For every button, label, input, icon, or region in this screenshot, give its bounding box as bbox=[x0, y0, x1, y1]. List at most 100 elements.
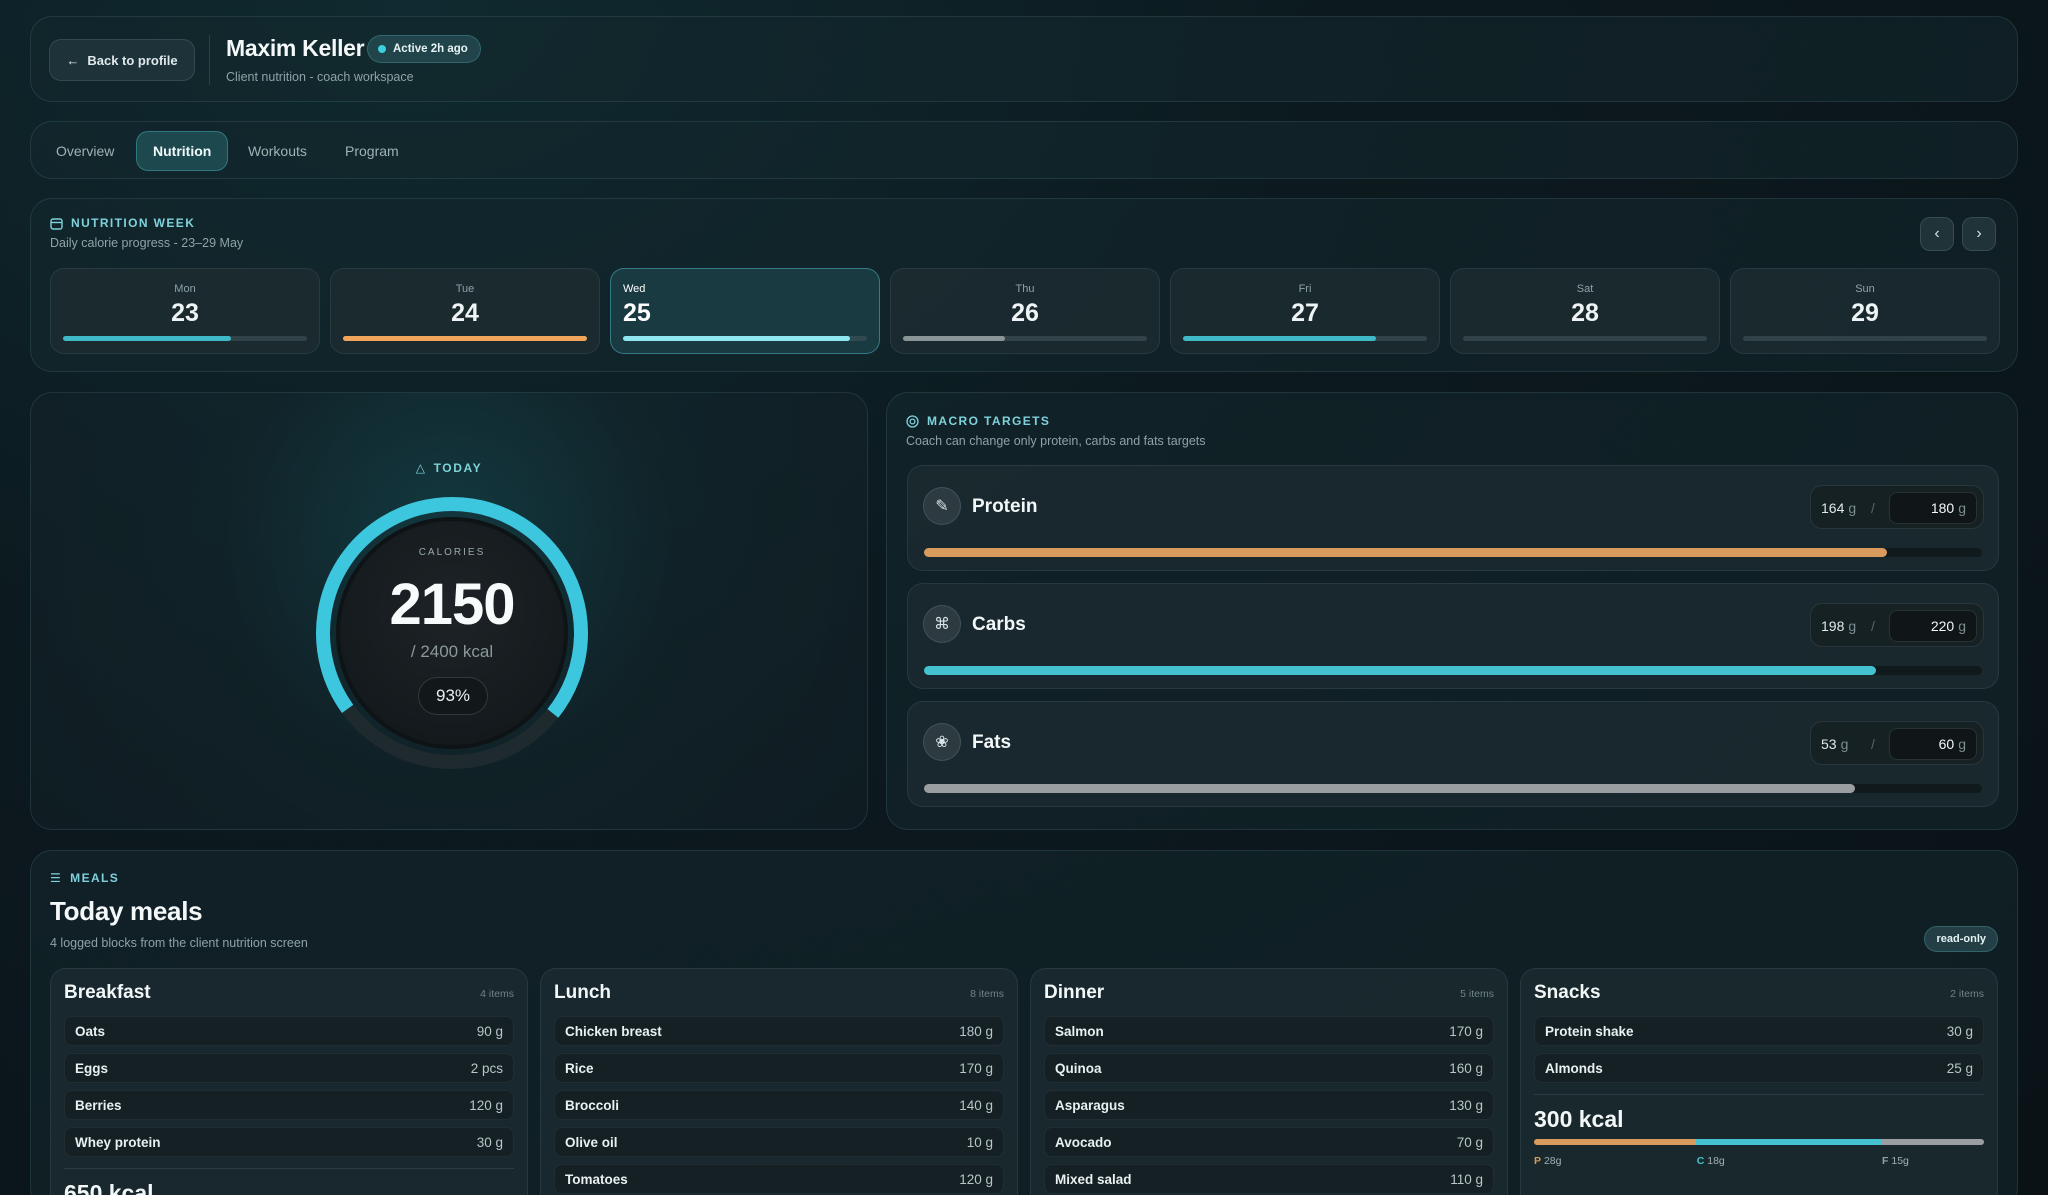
day-progress-fill bbox=[63, 336, 232, 341]
food-name: Avocado bbox=[1055, 1134, 1112, 1150]
meal-name: Breakfast bbox=[64, 982, 151, 1003]
chevron-left-icon: ‹ bbox=[1934, 225, 1940, 242]
meal-item-count: 4 items bbox=[480, 988, 514, 1000]
day-progress-track bbox=[903, 336, 1147, 341]
macro-separator: / bbox=[1871, 500, 1875, 516]
macro-target-number[interactable]: 180 bbox=[1931, 500, 1954, 516]
macro-values: 53 g/60 g bbox=[1810, 721, 1984, 765]
day-card-sun[interactable]: Sun 29 bbox=[1730, 268, 2000, 354]
active-status-text: Active 2h ago bbox=[393, 43, 468, 55]
macro-current-number: 198 bbox=[1821, 618, 1845, 634]
macro-unit: g bbox=[1848, 618, 1857, 634]
macro-progress-fill bbox=[924, 548, 1887, 557]
meals-subtitle: 4 logged blocks from the client nutritio… bbox=[50, 936, 308, 950]
tab-bar: Overview Nutrition Workouts Program bbox=[30, 121, 2018, 179]
meal-item: Protein shake 30 g bbox=[1534, 1016, 1984, 1046]
macro-target-number[interactable]: 60 bbox=[1939, 736, 1955, 752]
macro-progress-fill bbox=[924, 784, 1856, 793]
meal-block-dinner: Dinner 5 items Salmon 170 g Quinoa 160 g Aspar… bbox=[1030, 968, 1508, 1195]
nutrition-week-subtitle: Daily calorie progress - 23–29 May bbox=[50, 236, 244, 250]
tab-overview[interactable]: Overview bbox=[40, 131, 130, 171]
macro-split-segment bbox=[1880, 1139, 1984, 1145]
calories-target: / 2400 kcal bbox=[410, 642, 494, 661]
food-name: Tomatoes bbox=[565, 1171, 628, 1187]
day-card-fri[interactable]: Fri 27 bbox=[1170, 268, 1440, 354]
macro-split-key: F bbox=[1882, 1155, 1889, 1167]
day-name: Wed bbox=[623, 283, 646, 295]
food-name: Salmon bbox=[1055, 1023, 1104, 1039]
tab-program[interactable]: Program bbox=[329, 131, 415, 171]
macro-target-input-protein[interactable]: 180 g bbox=[1889, 492, 1977, 524]
food-quantity: 140 g bbox=[959, 1097, 993, 1113]
calories-value: 2150 bbox=[389, 572, 515, 637]
food-name: Mixed salad bbox=[1055, 1171, 1132, 1187]
meal-name: Dinner bbox=[1044, 982, 1105, 1003]
macro-separator: / bbox=[1871, 736, 1875, 752]
food-name: Almonds bbox=[1545, 1060, 1603, 1076]
meals-section-label-text: MEALS bbox=[70, 871, 120, 885]
day-progress-track bbox=[623, 336, 867, 341]
food-quantity: 130 g bbox=[1449, 1097, 1483, 1113]
food-quantity: 25 g bbox=[1946, 1060, 1973, 1076]
status-dot-icon bbox=[378, 45, 386, 53]
prev-week-button[interactable]: ‹ bbox=[1920, 217, 1954, 251]
meal-item: Tomatoes 120 g bbox=[554, 1164, 1004, 1194]
food-quantity: 160 g bbox=[1449, 1060, 1483, 1076]
day-number: 26 bbox=[1011, 299, 1039, 327]
meal-item: Avocado 70 g bbox=[1044, 1127, 1494, 1157]
food-name: Berries bbox=[75, 1097, 122, 1113]
meal-kcal-total: 300 kcal bbox=[1534, 1106, 1624, 1132]
macro-progress-track bbox=[924, 784, 1982, 793]
day-number: 28 bbox=[1571, 299, 1599, 327]
meal-item: Rice 170 g bbox=[554, 1053, 1004, 1083]
macro-values: 164 g/180 g bbox=[1810, 485, 1984, 529]
food-quantity: 170 g bbox=[1449, 1023, 1483, 1039]
calorie-ring-center: CALORIES 2150 / 2400 kcal 93% bbox=[336, 517, 568, 749]
food-name: Chicken breast bbox=[565, 1023, 662, 1039]
macro-targets-title: MACRO TARGETS bbox=[906, 414, 1050, 428]
meal-item: Oats 90 g bbox=[64, 1016, 514, 1046]
calories-percent-badge: 93% bbox=[418, 677, 488, 715]
back-to-profile-button[interactable]: ← Back to profile bbox=[49, 39, 195, 81]
meal-name: Snacks bbox=[1534, 982, 1601, 1003]
tab-nutrition[interactable]: Nutrition bbox=[136, 131, 229, 171]
day-name: Thu bbox=[1015, 283, 1035, 295]
macro-target-input-carbs[interactable]: 220 g bbox=[1889, 610, 1977, 642]
day-card-sat[interactable]: Sat 28 bbox=[1450, 268, 1720, 354]
active-status-badge: Active 2h ago bbox=[367, 35, 481, 63]
read-only-badge: read-only bbox=[1924, 926, 1998, 952]
food-quantity: 110 g bbox=[1450, 1171, 1483, 1187]
macro-split-segment bbox=[1696, 1139, 1881, 1145]
today-label: △ TODAY bbox=[31, 461, 867, 475]
day-card-thu[interactable]: Thu 26 bbox=[890, 268, 1160, 354]
day-name: Sat bbox=[1576, 283, 1594, 295]
day-progress-track bbox=[343, 336, 587, 341]
day-card-tue[interactable]: Tue 24 bbox=[330, 268, 600, 354]
day-progress-fill bbox=[1183, 336, 1376, 341]
meal-name: Lunch bbox=[554, 982, 611, 1003]
day-card-wed[interactable]: Wed 25 bbox=[610, 268, 880, 354]
macro-split-value: 15g bbox=[1891, 1155, 1909, 1167]
food-quantity: 10 g bbox=[966, 1134, 993, 1150]
food-name: Broccoli bbox=[565, 1097, 620, 1113]
fats-icon: ❀ bbox=[923, 723, 961, 761]
day-name: Tue bbox=[455, 283, 475, 295]
meal-item: Berries 120 g bbox=[64, 1090, 514, 1120]
meal-divider bbox=[64, 1168, 514, 1169]
macro-unit: g bbox=[1848, 500, 1857, 516]
meal-item: Quinoa 160 g bbox=[1044, 1053, 1494, 1083]
meal-item: Chicken breast 180 g bbox=[554, 1016, 1004, 1046]
day-progress-fill bbox=[623, 336, 850, 341]
macro-target-number[interactable]: 220 bbox=[1931, 618, 1954, 634]
macro-target-input-fats[interactable]: 60 g bbox=[1889, 728, 1977, 760]
day-number: 25 bbox=[623, 299, 651, 327]
today-calories-panel: △ TODAY CALORIES 2150 / 2400 kcal 93% bbox=[30, 392, 868, 830]
tab-workouts[interactable]: Workouts bbox=[232, 131, 323, 171]
macro-split-value: 28g bbox=[1543, 1155, 1562, 1167]
food-name: Rice bbox=[565, 1060, 594, 1076]
protein-icon: ✎ bbox=[923, 487, 961, 525]
next-week-button[interactable]: › bbox=[1962, 217, 1996, 251]
food-name: Olive oil bbox=[565, 1134, 618, 1150]
food-name: Asparagus bbox=[1055, 1097, 1125, 1113]
day-card-mon[interactable]: Mon 23 bbox=[50, 268, 320, 354]
